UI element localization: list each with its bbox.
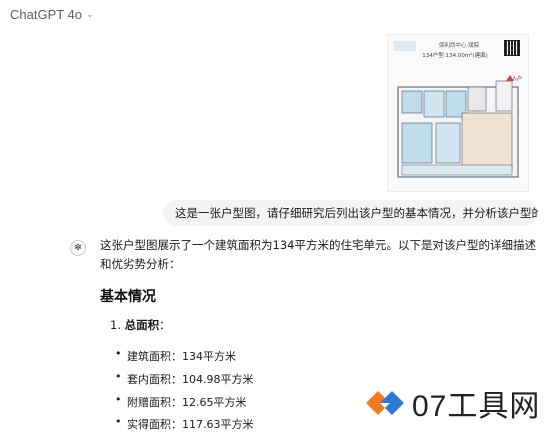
brand-logo-icon <box>394 41 416 51</box>
assistant-intro: 这张户型图展示了一个建筑面积为134平方米的住宅单元。以下是对该户型的详细描述和… <box>100 238 536 271</box>
model-selector[interactable]: ChatGPT 4o ⌄ <box>10 4 94 24</box>
list-colon: ： <box>159 318 171 332</box>
floor-plan-image[interactable]: 保利西中心·璞院 134户型:134.00m²(建面) 入户 <box>387 34 529 192</box>
model-name: ChatGPT 4o <box>10 6 83 22</box>
plan-title: 保利西中心·璞院 <box>438 43 480 49</box>
user-message-text: 这是一张户型图，请仔细研究后列出该户型的基本情况，并分析该户型的优劣势。 <box>175 206 538 220</box>
user-message-bubble: 这是一张户型图，请仔细研究后列出该户型的基本情况，并分析该户型的优劣势。 <box>163 200 538 226</box>
chatgpt-logo-icon: ✼ <box>70 240 86 256</box>
list-number: 1. <box>110 318 121 332</box>
list-label: 总面积 <box>124 318 160 332</box>
bullet-item: 建筑面积：134平方米 <box>115 347 236 364</box>
bullet-item: 附赠面积：12.65平方米 <box>115 393 246 410</box>
entry-label: 入户 <box>511 76 522 82</box>
watermark-logo-icon <box>362 381 406 425</box>
plan-subtitle: 134户型:134.00m²(建面) <box>422 53 488 59</box>
floor-plan-drawing <box>397 75 519 178</box>
watermark-text: 07工具网 <box>412 390 541 423</box>
bullet-item: 实得面积：117.63平方米 <box>115 415 253 432</box>
list-item-total-area: 1. 总面积： <box>110 317 171 333</box>
qr-code-icon <box>504 40 520 56</box>
section-heading: 基本情况 <box>100 289 156 305</box>
bullet-item: 套内面积：104.98平方米 <box>115 370 253 387</box>
chevron-down-icon: ⌄ <box>86 10 94 20</box>
watermark: 07工具网 <box>362 378 552 428</box>
